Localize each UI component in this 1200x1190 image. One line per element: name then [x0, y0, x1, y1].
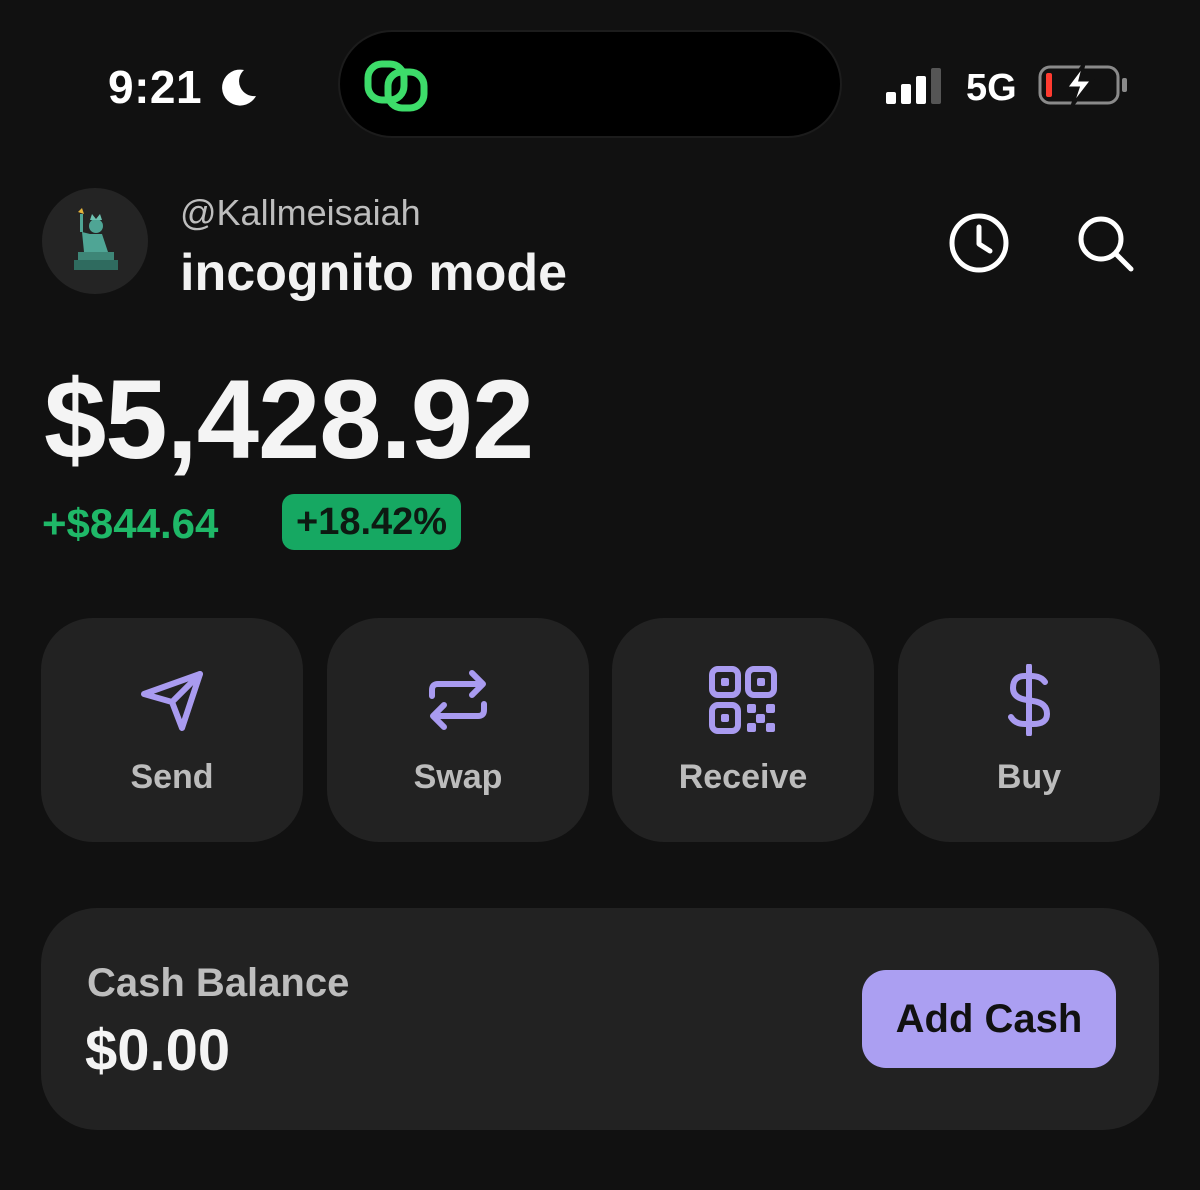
app-link-icon — [364, 60, 428, 112]
history-button[interactable] — [944, 208, 1014, 278]
add-cash-button[interactable]: Add Cash — [862, 970, 1116, 1068]
buy-button[interactable]: Buy — [898, 618, 1160, 842]
buy-label: Buy — [996, 758, 1062, 796]
username: @Kallmeisaiah — [180, 192, 421, 233]
total-balance: $5,428.92 — [44, 357, 534, 482]
battery-charging-icon — [1038, 63, 1127, 107]
avatar[interactable] — [42, 188, 148, 294]
swap-button[interactable]: Swap — [327, 618, 589, 842]
send-icon — [141, 671, 203, 731]
send-label: Send — [130, 758, 214, 796]
account-name[interactable]: incognito mode — [180, 242, 567, 304]
qr-code-icon — [709, 666, 777, 734]
send-button[interactable]: Send — [41, 618, 303, 842]
statue-of-liberty-icon — [74, 208, 118, 270]
change-amount: +$844.64 — [42, 500, 219, 547]
status-time: 9:21 — [108, 61, 203, 113]
clock-icon — [949, 213, 1009, 273]
cash-balance-label: Cash Balance — [87, 961, 350, 1005]
receive-button[interactable]: Receive — [612, 618, 874, 842]
swap-label: Swap — [413, 758, 503, 796]
swap-icon — [429, 670, 487, 730]
network-label: 5G — [966, 67, 1017, 109]
cash-balance-value: $0.00 — [85, 1018, 231, 1083]
dollar-icon — [1008, 664, 1050, 736]
dynamic-island — [340, 32, 840, 136]
search-icon — [1078, 216, 1134, 272]
signal-icon — [886, 68, 941, 104]
status-bar: 9:21 5G — [0, 0, 1200, 160]
search-button[interactable] — [1070, 208, 1140, 278]
change-percent-badge: +18.42% — [282, 494, 462, 550]
cash-balance-card: Cash Balance $0.00 Add Cash — [41, 908, 1159, 1130]
receive-label: Receive — [678, 758, 808, 796]
moon-icon — [222, 69, 256, 106]
